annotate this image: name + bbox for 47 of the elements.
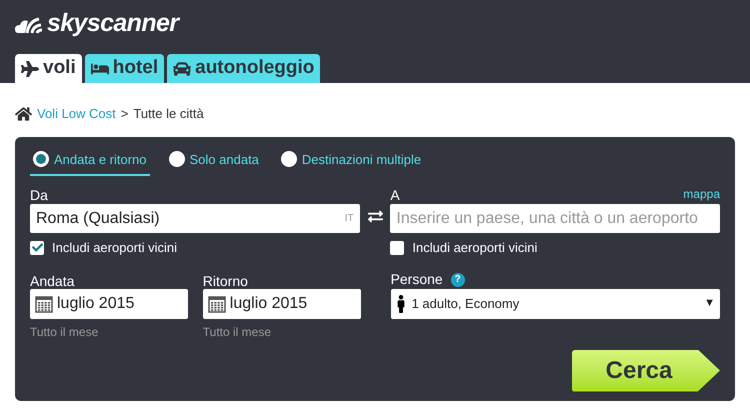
date-value: luglio 2015 [57,294,134,314]
passengers-dropdown[interactable]: 1 adulto, Economy ▼ [390,288,720,318]
to-field[interactable]: Inserire un paese, una città o un aeroporto [390,204,720,233]
trip-type-option[interactable]: Destinazioni multiple [278,150,424,176]
radio-label: Solo andata [190,150,259,168]
breadcrumb-current: Tutte le città [133,105,204,123]
passengers-value: 1 adulto, Economy [412,294,520,313]
radio-label: Andata e ritorno [54,150,147,168]
country-code: IT [344,212,354,226]
tab[interactable]: autonoleggio [167,54,320,83]
field-label: Ritorno [202,272,249,288]
tab[interactable]: voli [15,54,82,83]
radio-label: Destinazioni multiple [302,150,422,169]
from-value: Roma (Qualsiasi) [36,208,160,228]
field-label: Persone [390,270,443,289]
checkbox-label: Includi aeroporti vicini [52,239,178,257]
checkbox[interactable] [30,240,44,255]
field-label: Da [30,186,49,204]
trip-type-option[interactable]: Andata e ritorno [30,150,150,176]
car-icon [173,60,192,78]
calendar-icon [35,294,53,312]
checkbox[interactable] [390,240,404,255]
logo-text: skyscanner [47,8,178,39]
field-label: A [390,186,400,204]
breadcrumb-separator: > [120,105,128,123]
radio-button[interactable] [33,151,49,168]
plane-icon [21,60,39,78]
date-hint: Tutto il mese [30,324,100,340]
field-label: Andata [30,272,76,288]
map-link[interactable]: mappa [683,185,720,204]
radio-button[interactable] [168,151,185,168]
tab[interactable]: hotel [84,54,164,83]
trip-type-option[interactable]: Solo andata [166,150,262,176]
search-button[interactable]: Cerca [572,350,720,392]
check-icon [32,242,42,254]
radio-button[interactable] [280,151,297,168]
calendar-icon [208,294,226,312]
person-icon [396,294,406,312]
date-field[interactable]: luglio 2015 [202,288,361,318]
date-hint: Tutto il mese [202,324,272,340]
checkbox-label: Includi aeroporti vicini [412,239,538,257]
swap-icon[interactable] [368,209,382,224]
home-icon [15,106,32,122]
caret-icon: ▼ [704,295,716,312]
from-field[interactable]: Roma (Qualsiasi) IT [30,204,360,233]
date-value: luglio 2015 [230,294,308,314]
date-field[interactable]: luglio 2015 [30,288,188,318]
